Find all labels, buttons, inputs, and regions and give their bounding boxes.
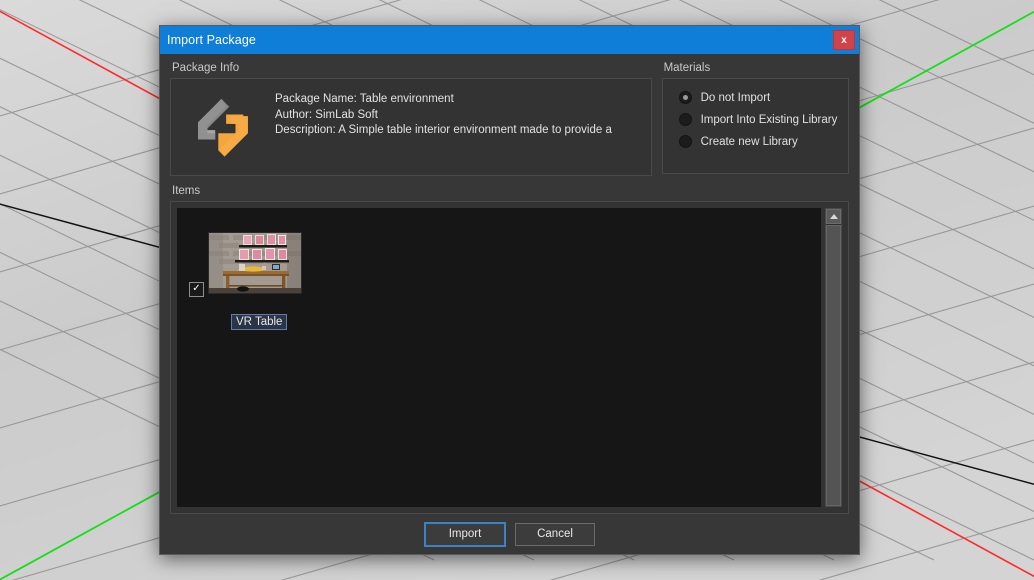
items-label: Items [172,185,201,197]
package-info-panel: Package Name: Table environment Author: … [170,78,652,176]
import-button[interactable]: Import [424,521,506,547]
package-info-text: Package Name: Table environment Author: … [275,79,614,139]
dialog-title: Import Package [167,33,256,47]
dialog-titlebar[interactable]: Import Package x [160,26,859,54]
items-panel: ✓ VR Table [170,201,849,514]
item-thumbnail[interactable] [208,232,302,294]
materials-panel: Do not Import Import Into Existing Libra… [661,78,849,174]
radio-do-not-import[interactable]: Do not Import [678,91,848,104]
items-group: Items ✓ VR Table [170,185,849,514]
import-package-dialog: Import Package x Package Info Package Na… [159,25,860,555]
top-row: Package Info Package Name: Table environ… [170,62,849,176]
dialog-footer: Import Cancel [170,514,849,554]
materials-group: Materials Do not Import Import Into Exis… [661,62,849,176]
radio-create-new-library[interactable]: Create new Library [678,135,848,148]
item-checkbox[interactable]: ✓ [189,282,204,297]
item-label[interactable]: VR Table [231,314,288,330]
scrollbar-thumb[interactable] [826,225,841,506]
radio-icon[interactable] [678,113,692,126]
radio-label-import-existing-library: Import Into Existing Library [700,113,838,126]
radio-icon[interactable] [678,135,692,148]
package-author-line: Author: SimLab Soft [275,108,378,121]
package-info-label: Package Info [172,62,240,74]
scroll-up-arrow-icon[interactable] [826,209,841,224]
radio-icon-selected[interactable] [678,91,692,104]
radio-import-existing-library[interactable]: Import Into Existing Library [678,113,848,126]
dialog-body: Package Info Package Name: Table environ… [160,54,859,554]
items-scrollbar[interactable] [825,208,842,507]
radio-label-do-not-import: Do not Import [700,91,771,104]
cancel-button[interactable]: Cancel [515,522,595,546]
package-name-line: Package Name: Table environment [275,93,454,105]
materials-label: Materials [663,62,711,74]
package-info-group: Package Info Package Name: Table environ… [170,62,652,176]
items-list[interactable]: ✓ VR Table [177,208,821,507]
package-description-line: Description: A Simple table interior env… [275,124,612,136]
simlab-logo-icon [171,79,275,175]
close-icon[interactable]: x [833,30,855,50]
radio-label-create-new-library: Create new Library [700,135,798,148]
